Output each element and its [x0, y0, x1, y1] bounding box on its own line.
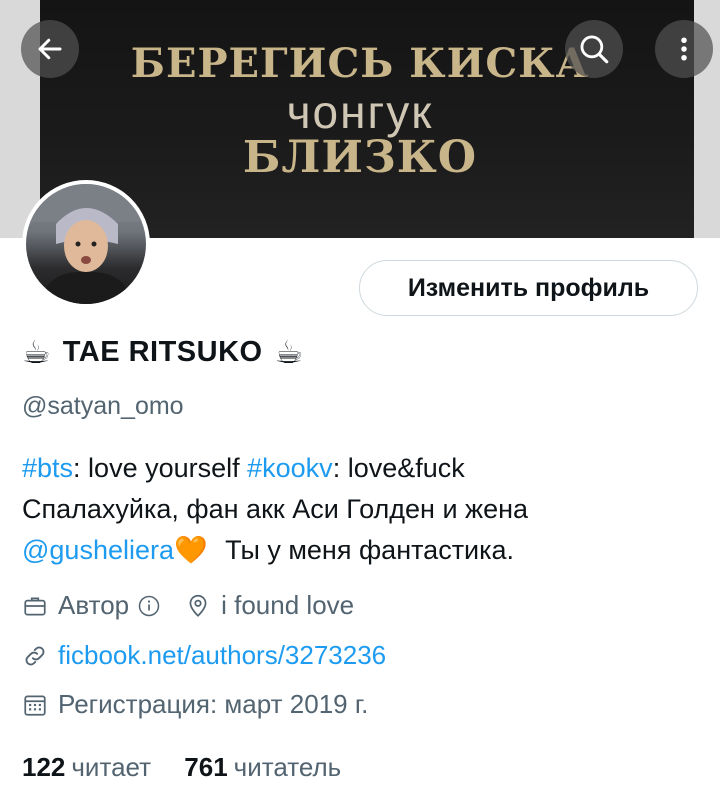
bio-text-2: : love&fuck: [332, 453, 465, 483]
edit-profile-button[interactable]: Изменить профиль: [359, 260, 698, 316]
avatar-photo: [26, 184, 146, 304]
calendar-icon: [22, 692, 48, 718]
followers-link[interactable]: 761 читатель: [184, 752, 341, 782]
heart-emoji: 🧡: [174, 535, 208, 565]
hashtag-kookv-link[interactable]: #kookv: [247, 453, 333, 483]
profile-meta-website: ficbook.net/authors/3273236: [22, 640, 386, 671]
bio-line-1: #bts: love yourself #kookv: love&fuck: [22, 448, 702, 489]
coffee-emoji-left: ☕: [22, 334, 51, 370]
following-link[interactable]: 122 читает: [22, 752, 158, 782]
bio-text-3: Ты у меня фантастика.: [225, 535, 515, 565]
avatar[interactable]: [22, 180, 150, 308]
profile-display-name: TAE RITSUKO: [62, 335, 263, 368]
profile-category: Автор: [58, 590, 130, 620]
search-icon: [580, 35, 609, 64]
followers-count: 761: [184, 752, 228, 782]
location-pin-icon: [185, 593, 211, 619]
search-button[interactable]: [565, 20, 623, 78]
banner-print-line-3: БЛИЗКО: [242, 132, 478, 183]
hashtag-bts-link[interactable]: #bts: [22, 453, 73, 483]
bio-line-2: Спалахуйка, фан акк Аси Голден и жена: [22, 494, 529, 524]
banner-print-line-2: чонгук: [286, 86, 434, 138]
following-label: читает: [71, 752, 152, 782]
profile-meta-category-location: Автор i found love: [22, 590, 354, 621]
followers-label: читатель: [233, 752, 342, 782]
profile-location: i found love: [221, 590, 355, 620]
profile-bio: #bts: love yourself #kookv: love&fuck Сп…: [22, 448, 702, 571]
more-vertical-icon: [681, 37, 687, 61]
bio-line-3: @gusheliera🧡 Ты у меня фантастика.: [22, 530, 702, 571]
following-count: 122: [22, 752, 66, 782]
avatar-person-icon: [26, 184, 146, 304]
follow-stats: 122 читает 761 читатель: [22, 752, 341, 783]
bio-text-1: : love yourself: [73, 453, 248, 483]
profile-website-link[interactable]: ficbook.net/authors/3273236: [58, 640, 386, 671]
briefcase-icon: [22, 593, 48, 619]
coffee-emoji-right: ☕: [274, 334, 304, 370]
profile-name-row: ☕ TAE RITSUKO ☕: [22, 333, 303, 371]
link-icon: [22, 643, 48, 669]
back-button[interactable]: [21, 20, 79, 78]
profile-joined-date: Регистрация: март 2019 г.: [58, 689, 369, 719]
mention-link[interactable]: @gusheliera: [22, 535, 174, 565]
more-button[interactable]: [655, 20, 713, 78]
profile-handle: @satyan_omo: [22, 392, 184, 420]
info-icon[interactable]: [137, 594, 161, 618]
arrow-left-icon: [38, 38, 62, 60]
profile-meta-joined: Регистрация: март 2019 г.: [22, 689, 368, 720]
